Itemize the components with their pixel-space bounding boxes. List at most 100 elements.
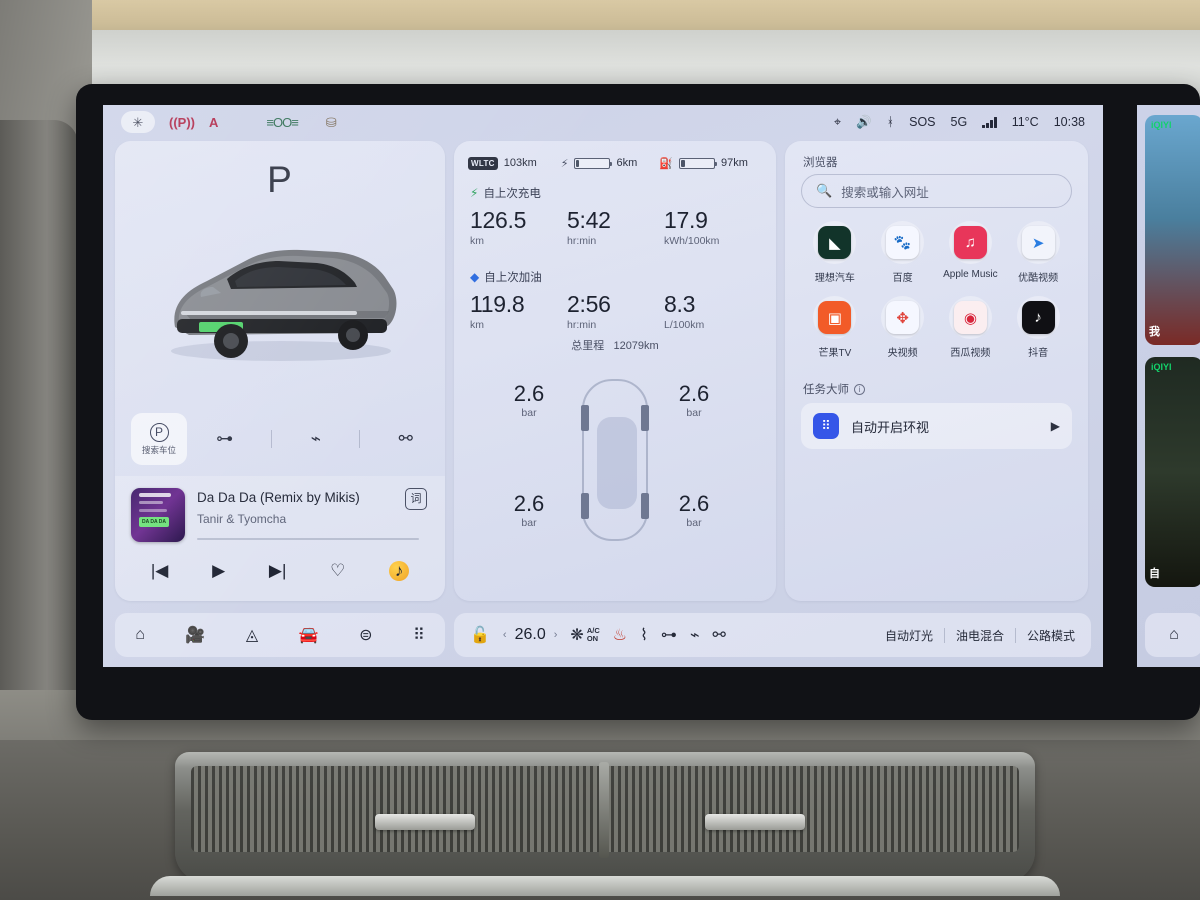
temp-decrease-button[interactable]: ‹ — [503, 629, 507, 641]
app-halo: ▣ — [813, 296, 857, 339]
play-button[interactable]: ▶ — [212, 561, 225, 581]
iqiyi-badge: iQIYI — [1151, 120, 1172, 130]
app-shortcut-xigua-video[interactable]: ◉ 西瓜视频 — [937, 296, 1005, 359]
mango-tv-icon: ▣ — [818, 301, 852, 334]
unit: km — [470, 319, 484, 331]
home-icon[interactable]: ⌂ — [1169, 626, 1179, 644]
app-shortcut-douyin[interactable]: ♪ 抖音 — [1004, 296, 1072, 359]
favorite-button[interactable]: ♡ — [330, 561, 345, 581]
tyre-rl-shape — [581, 493, 589, 519]
tire-pressure-panel[interactable]: 2.6 bar 2.6 bar 2.6 bar 2.6 bar — [454, 373, 776, 563]
app-shortcut-liauto[interactable]: ◣ 理想汽车 — [801, 221, 869, 284]
browser-card[interactable]: 浏览器 🔍 搜索或输入网址 ◣ 理想汽车 🐾 百度 ♫ Apple Music … — [785, 141, 1088, 601]
charge-port-icon[interactable]: ⚯ — [713, 625, 726, 645]
music-source-button[interactable]: ♪ — [389, 561, 410, 581]
app-halo: ✥ — [881, 296, 925, 339]
task-card-surround-view[interactable]: ⠿ 自动开启环视 ▶ — [801, 403, 1072, 449]
temp-increase-button[interactable]: › — [554, 629, 558, 641]
temperature-value: 26.0 — [514, 626, 546, 643]
app-shortcut-mango-tv[interactable]: ▣ 芒果TV — [801, 296, 869, 359]
youku-icon: ➤ — [1021, 226, 1055, 259]
trunk-icon[interactable]: ⊶ — [661, 625, 677, 645]
passenger-display[interactable]: iQIYI 我 iQIYI 自 ⌂ — [1137, 105, 1200, 667]
unlock-icon[interactable]: 🔓 — [470, 625, 490, 645]
unit: bar — [686, 407, 702, 419]
navigation-icon[interactable]: ◬ — [246, 625, 258, 645]
app-shortcut-cctv-video[interactable]: ✥ 央视频 — [869, 296, 937, 359]
status-bar-right: ⌖ 🔊 ᚼ SOS 5G 11°C 10:38 — [834, 116, 1103, 129]
app-label: 芒果TV — [818, 348, 852, 359]
bluetooth-icon[interactable]: ᚼ — [887, 116, 895, 129]
vent-divider — [599, 762, 609, 858]
trip-stats-card[interactable]: WLTC 103km ⚡ 6km ⛽ 97km ⚡ 自上次充电 126.5 km… — [454, 141, 776, 601]
status-settings-chip[interactable]: ✳ — [121, 111, 155, 133]
value: 2.6 — [513, 491, 545, 516]
gear-indicator: P — [267, 159, 293, 200]
value: 119.8 — [470, 291, 525, 317]
home-icon[interactable]: ⌂ — [135, 626, 145, 644]
rear-defrost-icon[interactable]: ⌇ — [640, 625, 648, 645]
passenger-video-card-1[interactable]: iQIYI 我 — [1145, 115, 1200, 345]
vehicle-icon[interactable]: 🚘 — [299, 625, 319, 645]
vent-knob-left[interactable] — [375, 814, 475, 830]
outside-temperature: 11°C — [1011, 114, 1039, 129]
frunk-icon[interactable]: ⌁ — [690, 625, 700, 645]
tire-front-right: 2.6 bar — [659, 381, 729, 419]
find-parking-button[interactable]: P 搜索车位 — [131, 413, 187, 465]
dashcam-icon[interactable]: 🎥 — [185, 625, 205, 645]
trunk-icon[interactable]: ⊶ — [216, 429, 233, 449]
since-charge-distance: 126.5 km — [470, 207, 567, 247]
unit: km — [470, 235, 484, 247]
sos-button[interactable]: SOS — [909, 116, 935, 129]
mode-hybrid[interactable]: 油电混合 — [956, 627, 1004, 644]
app-shortcut-baidu[interactable]: 🐾 百度 — [869, 221, 937, 284]
location-pin-icon[interactable]: ⌖ — [834, 116, 841, 129]
mode-road[interactable]: 公路模式 — [1027, 627, 1075, 644]
value: 126.5 — [470, 207, 527, 233]
speaker-icon[interactable]: 🔊 — [856, 116, 872, 129]
playback-progress-bar[interactable] — [197, 538, 419, 540]
settings-sliders-icon[interactable]: ⊜ — [359, 625, 372, 645]
since-charge-header: ⚡ 自上次充电 — [470, 185, 762, 201]
air-vent — [175, 752, 1035, 882]
tyre-fr-shape — [641, 405, 649, 431]
frunk-icon[interactable]: ⌁ — [311, 429, 321, 449]
passenger-video-title-1: 我 — [1149, 326, 1160, 338]
app-shortcut-youku[interactable]: ➤ 优酷视频 — [1004, 221, 1072, 284]
status-bar: ✳ ((P)) A ≡OO≡ ⛁ ⌖ 🔊 ᚼ SOS 5G 11°C 10:38 — [103, 105, 1103, 139]
previous-track-button[interactable]: |◀ — [151, 561, 169, 581]
vent-knob-right[interactable] — [705, 814, 805, 830]
info-icon[interactable]: i — [854, 383, 865, 395]
dock-climate-group: 🔓 ‹ 26.0 › ❋ A/C ON ♨ ⌇ ⊶ ⌁ ⚯ 自动灯光 油电混合 … — [454, 613, 1091, 657]
center-display[interactable]: ✳ ((P)) A ≡OO≡ ⛁ ⌖ 🔊 ᚼ SOS 5G 11°C 10:38 — [103, 105, 1103, 667]
all-apps-icon[interactable]: ⠿ — [413, 625, 425, 645]
app-label: 优酷视频 — [1018, 273, 1059, 284]
app-shortcut-apple-music[interactable]: ♫ Apple Music — [937, 221, 1005, 284]
ac-toggle[interactable]: ❋ A/C ON — [570, 625, 599, 645]
next-track-button[interactable]: ▶| — [269, 561, 287, 581]
passenger-dock: ⌂ — [1145, 613, 1200, 657]
odometer-value: 12079km — [613, 340, 659, 352]
mode-auto-lights[interactable]: 自动灯光 — [885, 627, 933, 644]
fuel-gauge — [678, 157, 717, 169]
car-body-shape — [597, 417, 637, 509]
task-run-button[interactable]: ▶ — [1051, 419, 1060, 433]
heated-seat-icon[interactable]: ♨ — [613, 625, 627, 645]
quick-actions-row: ⊶ ⌁ ⚯ — [197, 419, 432, 459]
fan-icon: ❋ — [570, 627, 584, 644]
album-art[interactable]: DA DA DA — [131, 488, 185, 542]
app-label: 抖音 — [1028, 348, 1049, 359]
since-refuel-consumption: 8.3 L/100km — [664, 291, 761, 331]
passenger-video-card-2[interactable]: iQIYI 自 — [1145, 357, 1200, 587]
vehicle-card[interactable]: P P 搜索车位 ⊶ ⌁ ⚯ DA DA DA Da Da Da (Remix … — [115, 141, 445, 601]
wltc-badge: WLTC — [468, 156, 498, 170]
charge-port-icon[interactable]: ⚯ — [399, 429, 413, 449]
value: 2:56 — [567, 291, 611, 317]
app-halo: ➤ — [1016, 221, 1060, 264]
airbag-warning-icon: A — [209, 114, 219, 130]
search-input[interactable]: 🔍 搜索或输入网址 — [801, 174, 1072, 208]
lyrics-button[interactable]: 词 — [405, 488, 427, 510]
tire-rear-right: 2.6 bar — [659, 491, 729, 529]
value: 2.6 — [678, 381, 710, 406]
iqiyi-badge: iQIYI — [1151, 362, 1172, 372]
